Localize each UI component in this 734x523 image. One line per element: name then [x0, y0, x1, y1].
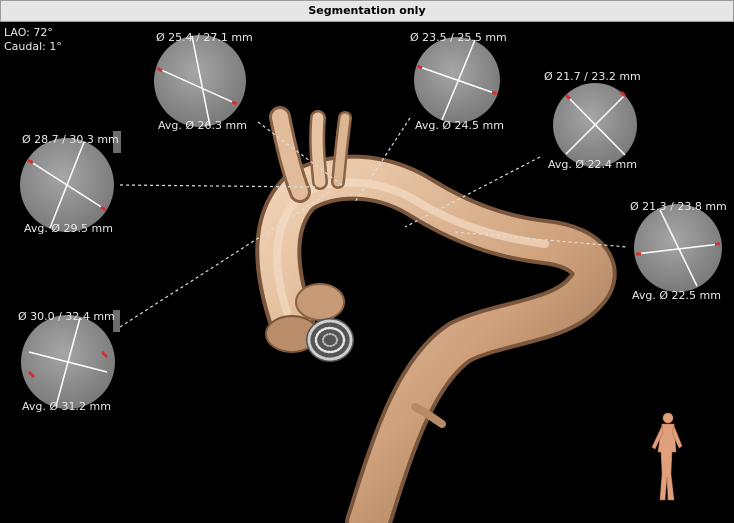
s5-diameter-label: Ø 21.3 / 23.8 mm [630, 200, 727, 213]
segmentation-window: Segmentation only LAO: 72° Caudal: 1° Ø … [0, 0, 734, 523]
s3-diameter-label: Ø 21.7 / 23.2 mm [544, 70, 641, 83]
s2-diameter-label: Ø 23.5 / 25.5 mm [410, 31, 507, 44]
cross-section-s5[interactable] [634, 204, 722, 292]
aorta-vessel [255, 106, 617, 523]
s4-diameter-label: Ø 28.7 / 30.3 mm [22, 133, 119, 146]
section-labels: Ø 25.4 / 27.1 mm Avg. Ø 26.3 mm Ø 23.5 /… [18, 31, 727, 413]
s1-diameter-label: Ø 25.4 / 27.1 mm [156, 31, 253, 44]
valve-stent [306, 318, 354, 362]
cross-section-s6[interactable] [21, 310, 120, 409]
human-figure-icon[interactable] [651, 412, 683, 501]
s1-avg-label: Avg. Ø 26.3 mm [158, 119, 247, 132]
aorta-scene: Ø 25.4 / 27.1 mm Avg. Ø 26.3 mm Ø 23.5 /… [18, 31, 727, 523]
cross-section-s1[interactable] [154, 35, 246, 127]
cross-section-s2[interactable] [414, 37, 500, 123]
cross-section-s4[interactable] [20, 131, 121, 232]
s3-avg-label: Avg. Ø 22.4 mm [548, 158, 637, 171]
window-title: Segmentation only [0, 0, 734, 22]
s2-avg-label: Avg. Ø 24.5 mm [415, 119, 504, 132]
s4-avg-label: Avg. Ø 29.5 mm [24, 222, 113, 235]
cross-section-s3[interactable] [553, 83, 637, 167]
3d-viewport[interactable]: LAO: 72° Caudal: 1° Ø 25.4 / 27.1 mm Avg… [0, 22, 734, 523]
s5-avg-label: Avg. Ø 22.5 mm [632, 289, 721, 302]
s6-diameter-label: Ø 30.0 / 32.4 mm [18, 310, 115, 323]
s6-avg-label: Avg. Ø 31.2 mm [22, 400, 111, 413]
